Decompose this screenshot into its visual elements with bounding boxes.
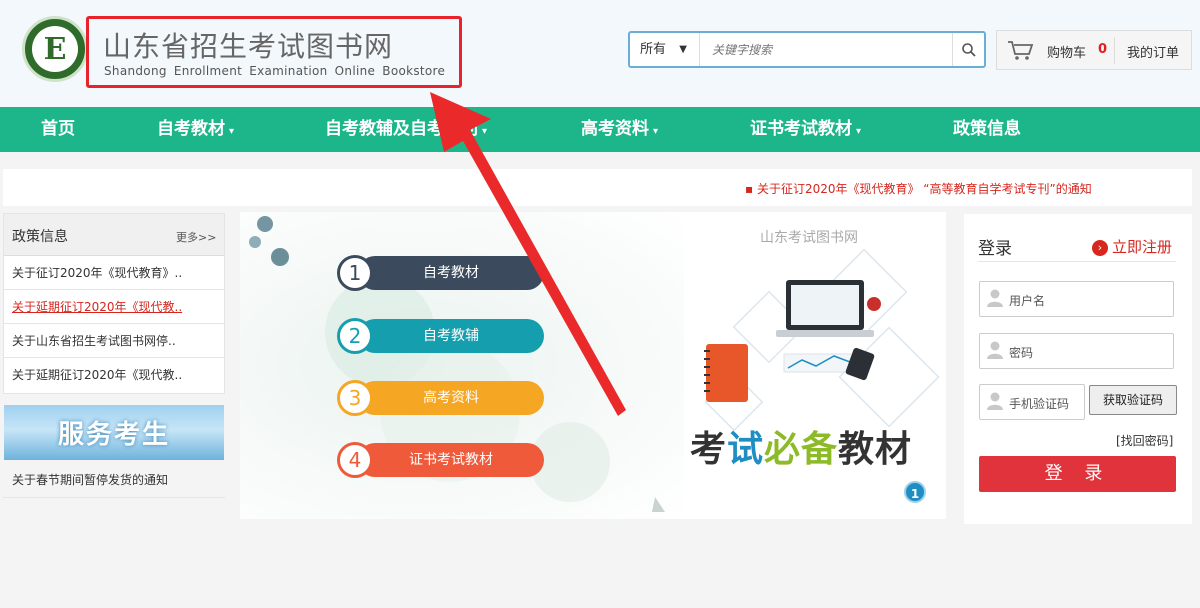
policy-title: 政策信息 (12, 229, 68, 245)
slide-pill-3[interactable]: 高考资料 (358, 381, 544, 415)
register-link[interactable]: › 立即注册 (1092, 236, 1172, 257)
username-placeholder: 用户名 (1009, 294, 1046, 308)
slide-pill-4[interactable]: 证书考试教材 (358, 443, 544, 477)
nav-item-home[interactable]: 首页 (41, 107, 75, 152)
main-nav: 首页 自考教材 ▾ 自考教辅及自考专刊 ▾ 高考资料 ▾ 证书考试教材 ▾ 政策信息 (0, 107, 1200, 152)
nav-item-gaokao-materials[interactable]: 高考资料 ▾ (581, 107, 658, 152)
login-title: 登录 (978, 239, 1012, 259)
chevron-right-icon: › (1092, 240, 1108, 256)
policy-list: 关于征订2020年《现代教育》.. 关于延期征订2020年《现代教.. 关于山东… (4, 256, 224, 392)
slide-pill-label: 自考教辅 (423, 328, 479, 344)
cart-link[interactable]: 购物车 (1047, 42, 1086, 61)
slide-indicator[interactable]: 1 (904, 481, 926, 503)
chevron-down-icon: ▾ (482, 126, 488, 137)
login-panel: 登录 › 立即注册 用户名 密码 手机验证码 获取验证码 [找回密码] 登 录 (964, 214, 1192, 524)
nav-item-label: 政策信息 (953, 119, 1021, 139)
divider (1114, 37, 1115, 64)
policy-panel: 政策信息 更多>> 关于征订2020年《现代教育》.. 关于延期征订2020年《… (3, 213, 225, 394)
user-icon (987, 341, 1003, 359)
username-field[interactable]: 用户名 (979, 281, 1174, 317)
nav-item-label: 自考教辅及自考专刊 (325, 119, 478, 139)
user-icon (987, 289, 1003, 307)
chevron-down-icon: ▾ (856, 126, 862, 137)
get-code-button[interactable]: 获取验证码 (1089, 385, 1177, 415)
phone-code-field[interactable]: 手机验证码 (979, 384, 1085, 420)
nav-item-self-study-textbooks[interactable]: 自考教材 ▾ (157, 107, 234, 152)
slide-headline-part: 试 (727, 429, 765, 470)
search-scope-select[interactable]: 所有 ▼ (630, 33, 700, 66)
nav-item-label: 自考教材 (157, 119, 225, 139)
site-header: E 山东省招生考试图书网 Shandong Enrollment Examina… (0, 0, 1200, 107)
find-password-link[interactable]: [找回密码] (1116, 432, 1173, 449)
user-icon (987, 392, 1003, 410)
site-title[interactable]: 山东省招生考试图书网 (103, 25, 393, 65)
slide-pill-number: 2 (337, 318, 373, 354)
slide-headline-part: 考 (690, 429, 728, 470)
nav-item-label: 证书考试教材 (750, 119, 852, 139)
slide-promo-panel: 山东考试图书网 考试必备教材 (684, 212, 946, 519)
slide-pill-label: 高考资料 (423, 390, 479, 406)
policy-list-item[interactable]: 关于延期征订2020年《现代教.. (4, 290, 224, 324)
phone-code-placeholder: 手机验证码 (1009, 397, 1070, 411)
register-label: 立即注册 (1112, 238, 1173, 256)
search-button[interactable] (952, 33, 984, 66)
nav-item-self-study-aids[interactable]: 自考教辅及自考专刊 ▾ (325, 107, 487, 152)
service-notice-link[interactable]: 关于春节期间暂停发货的通知 (3, 464, 225, 498)
policy-list-item[interactable]: 关于延期征订2020年《现代教.. (4, 358, 224, 392)
nav-item-policy-info[interactable]: 政策信息 (953, 107, 1021, 152)
cart-count-badge: 0 (1098, 42, 1108, 57)
password-placeholder: 密码 (1009, 346, 1034, 360)
search-scope-value: 所有 (640, 42, 667, 57)
policy-header: 政策信息 更多>> (4, 214, 224, 256)
nav-item-label: 高考资料 (581, 119, 649, 139)
caret-down-icon: ▼ (679, 44, 687, 55)
search-bar: 所有 ▼ (628, 31, 986, 68)
policy-more-link[interactable]: 更多>> (176, 229, 216, 245)
shopping-cart-icon[interactable] (1007, 39, 1035, 61)
slide-pill-label: 证书考试教材 (409, 452, 493, 468)
slide-pill-number: 1 (337, 255, 373, 291)
slide-pill-number: 3 (337, 380, 373, 416)
promo-slider[interactable]: 自考教材 1 自考教辅 2 高考资料 3 证书考试教材 4 山东考试图书网 考试… (240, 212, 946, 519)
cart-box: 购物车 0 我的订单 (996, 30, 1192, 70)
policy-list-item[interactable]: 关于征订2020年《现代教育》.. (4, 256, 224, 290)
slide-menu-panel: 自考教材 1 自考教辅 2 高考资料 3 证书考试教材 4 (240, 212, 684, 519)
slide-pill-number: 4 (337, 442, 373, 478)
search-icon (961, 42, 976, 57)
policy-list-item[interactable]: 关于山东省招生考试图书网停.. (4, 324, 224, 358)
login-button[interactable]: 登 录 (979, 456, 1176, 492)
chevron-down-icon: ▾ (653, 126, 659, 137)
service-banner[interactable]: 服务考生 (4, 405, 224, 460)
site-logo[interactable]: E (22, 16, 88, 82)
password-field[interactable]: 密码 (979, 333, 1174, 369)
search-input[interactable] (702, 35, 952, 64)
divider (978, 261, 1176, 262)
site-subtitle: Shandong Enrollment Examination Online B… (104, 64, 446, 78)
my-orders-link[interactable]: 我的订单 (1127, 42, 1179, 61)
slide-headline: 考试必备教材 (690, 420, 912, 472)
slide-headline-part: 教材 (838, 429, 913, 470)
slide-pill-2[interactable]: 自考教辅 (358, 319, 544, 353)
slide-pill-1[interactable]: 自考教材 (358, 256, 544, 290)
nav-item-label: 首页 (41, 119, 75, 139)
nav-item-certificate-textbooks[interactable]: 证书考试教材 ▾ (750, 107, 861, 152)
service-banner-text: 服务考生 (57, 420, 170, 450)
slide-pill-label: 自考教材 (423, 265, 479, 281)
logo-letter: E (32, 26, 78, 72)
chevron-down-icon: ▾ (229, 126, 235, 137)
slide-headline-part: 必备 (764, 429, 839, 470)
notice-link[interactable]: ▪ 关于征订2020年《现代教育》 “高等教育自学考试专刊”的通知 (745, 180, 1092, 197)
notice-bar: ▪ 关于征订2020年《现代教育》 “高等教育自学考试专刊”的通知 (3, 169, 1192, 206)
laptop-books-illustration (704, 248, 940, 432)
